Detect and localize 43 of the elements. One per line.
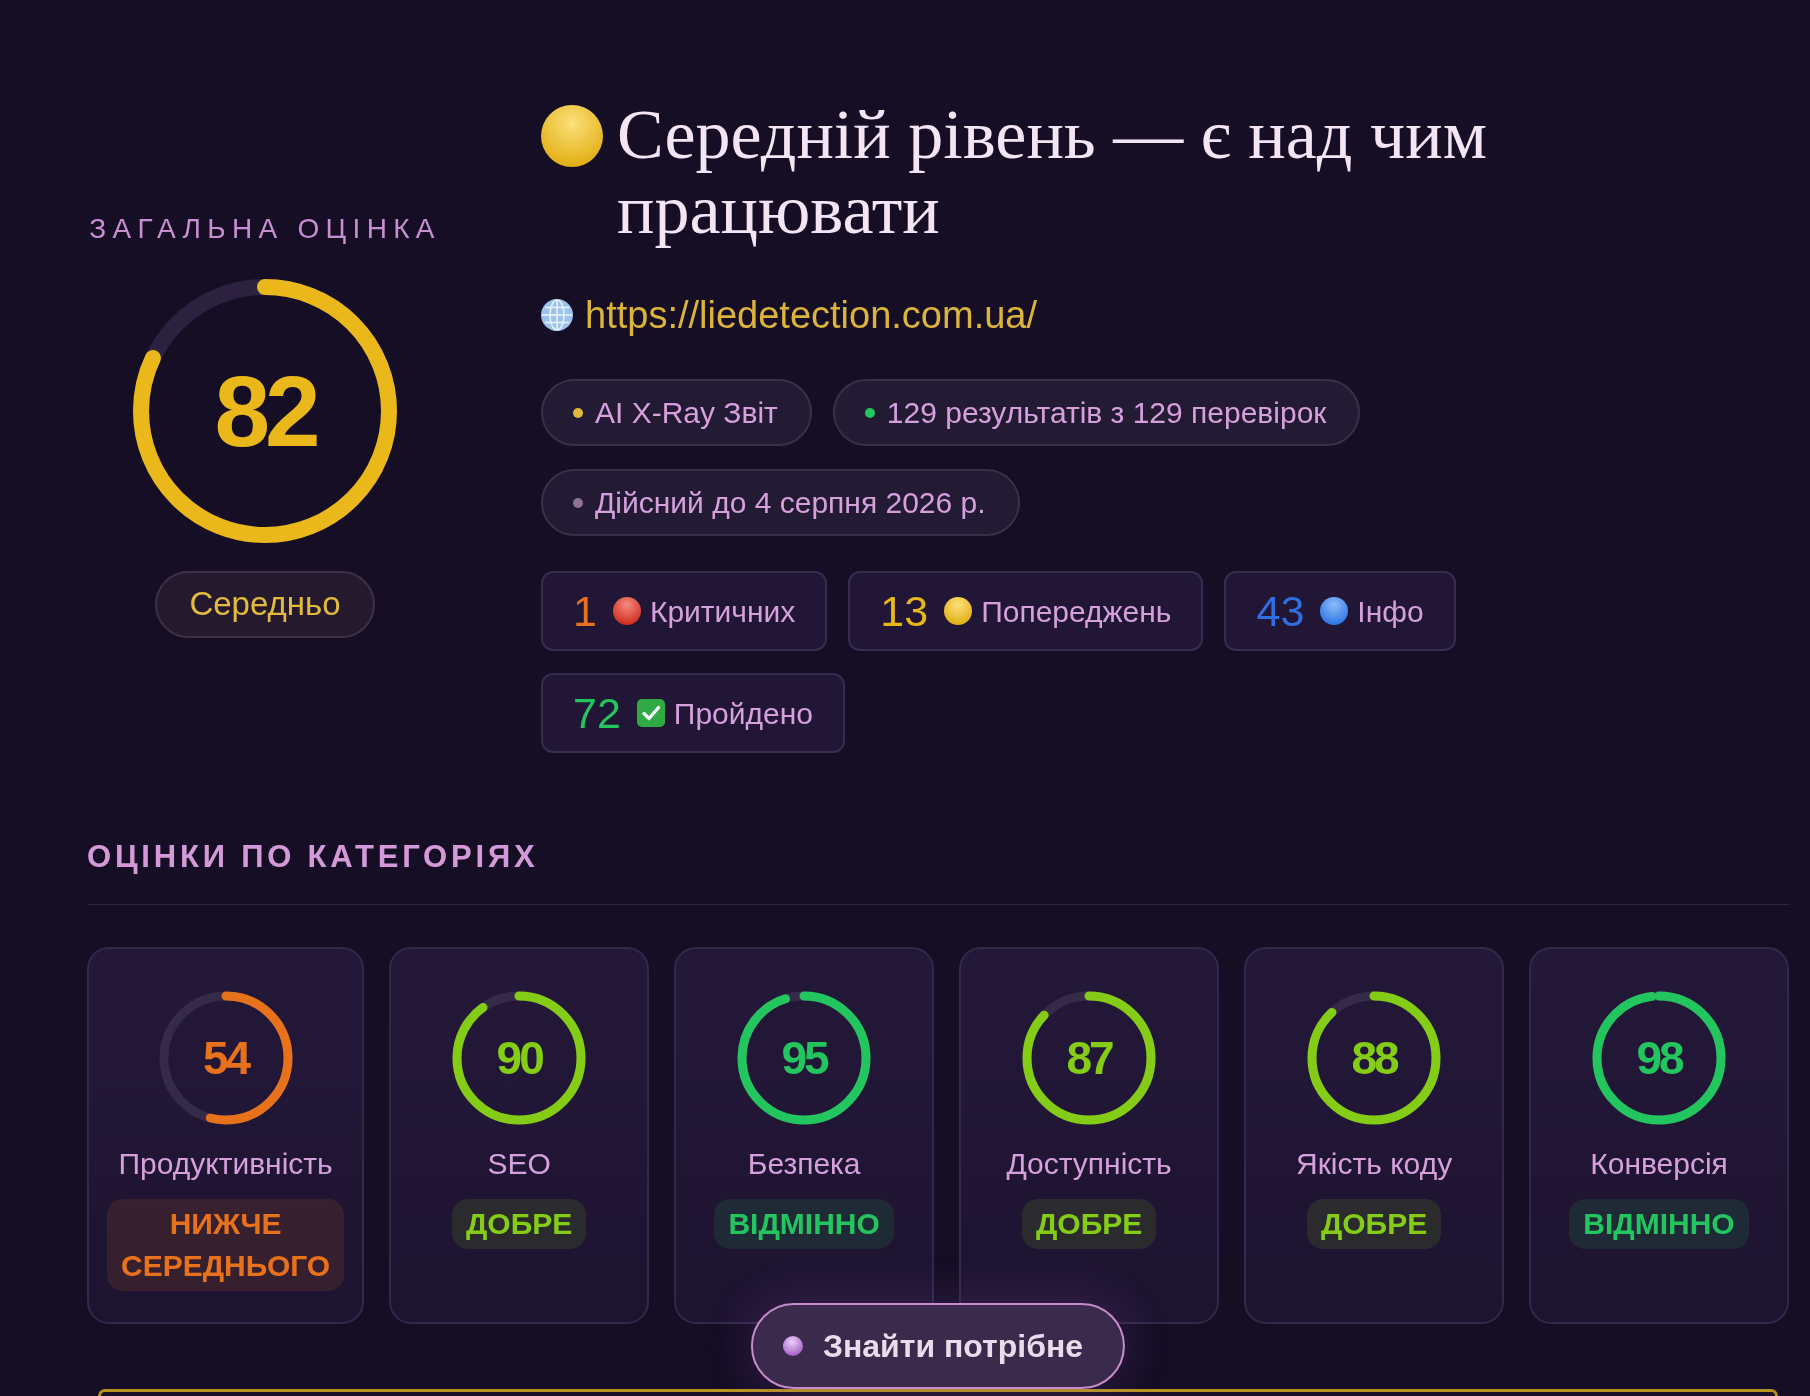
count-value: 72 xyxy=(573,691,621,735)
category-name: Безпека xyxy=(747,1147,861,1181)
score-value: 88 xyxy=(1351,1035,1397,1081)
score-value: 90 xyxy=(496,1035,542,1081)
rating-badge: Середньо xyxy=(155,570,375,638)
circle-icon xyxy=(612,597,641,625)
globe-icon xyxy=(541,299,573,331)
circle-icon xyxy=(541,105,603,167)
rating-badge: ДОБРЕ xyxy=(1306,1199,1442,1249)
category-name: Продуктивність xyxy=(118,1147,333,1181)
tag-label: Дійсний до 4 серпня 2026 р. xyxy=(595,485,986,520)
score-value: 82 xyxy=(214,360,316,461)
category-name: Якість коду xyxy=(1296,1147,1453,1181)
site-link[interactable]: https://liedetection.com.ua/ xyxy=(585,293,1038,337)
score-value: 54 xyxy=(203,1035,249,1081)
dot-icon xyxy=(782,1336,803,1356)
find-button[interactable]: Знайти потрібне xyxy=(750,1303,1126,1389)
category-name: Доступність xyxy=(1006,1147,1172,1181)
count-value: 1 xyxy=(573,589,597,633)
circle-icon xyxy=(1320,597,1349,625)
tag-label: AI X-Ray Звіт xyxy=(595,395,778,430)
category-name: Конверсія xyxy=(1590,1147,1728,1181)
count-value: 13 xyxy=(880,589,929,633)
count-value: 43 xyxy=(1256,589,1305,633)
rating-badge: ВІДМІННО xyxy=(714,1199,894,1249)
count-label: Пройдено xyxy=(673,695,813,731)
count-label: Попереджень xyxy=(981,593,1172,629)
circle-icon xyxy=(944,597,973,625)
score-value: 87 xyxy=(1066,1035,1112,1081)
category-name: SEO xyxy=(487,1147,551,1181)
rating-badge: ДОБРЕ xyxy=(452,1199,587,1249)
rating-badge: ДОБРЕ xyxy=(1021,1199,1157,1249)
count-label: Інфо xyxy=(1357,593,1424,629)
checkbox-icon xyxy=(636,699,665,727)
count-label: Критичних xyxy=(649,593,796,629)
score-heading: ЗАГАЛЬНА ОЦІНКА xyxy=(89,212,441,245)
score-value: 95 xyxy=(781,1035,827,1081)
rating-badge: НИЖЧЕ СЕРЕДНЬОГО xyxy=(107,1199,345,1291)
report-title: Середній рівень — є над чим працювати xyxy=(617,97,1488,247)
rating-badge: ВІДМІННО xyxy=(1569,1199,1749,1249)
tag-label: 129 результатів з 129 перевірок xyxy=(886,395,1327,430)
section-heading: ОЦІНКИ ПО КАТЕГОРІЯХ xyxy=(87,839,539,875)
score-value: 98 xyxy=(1636,1035,1682,1081)
